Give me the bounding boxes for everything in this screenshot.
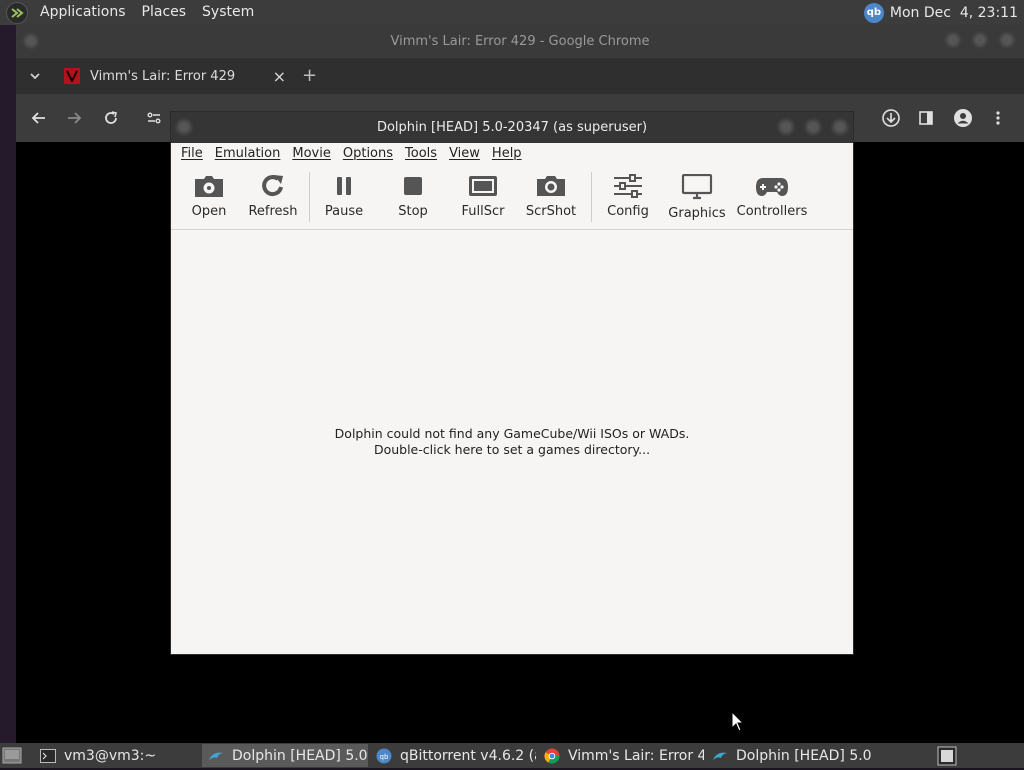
game-list[interactable]: Dolphin could not find any GameCube/Wii … — [171, 230, 853, 654]
terminal-icon — [40, 748, 56, 764]
dolphin-maximize-button[interactable] — [804, 118, 822, 136]
graphics-button[interactable]: Graphics — [666, 164, 728, 230]
clock[interactable]: Mon Dec 4, 23:11 — [890, 5, 1018, 21]
chrome-titlebar[interactable]: Vimm's Lair: Error 429 - Google Chrome — [16, 25, 1024, 58]
taskbar-item-dolphin[interactable]: Dolphin [HEAD] 5.0... — [706, 744, 872, 767]
window-menu-button[interactable] — [22, 32, 40, 50]
dolphin-icon — [712, 748, 728, 764]
empty-game-list-message[interactable]: Dolphin could not find any GameCube/Wii … — [171, 426, 853, 458]
close-button[interactable] — [998, 31, 1016, 49]
menu-options[interactable]: Options — [337, 146, 399, 161]
empty-message-line-1: Dolphin could not find any GameCube/Wii … — [334, 426, 690, 441]
places-menu[interactable]: Places — [134, 0, 195, 25]
vimm-favicon-icon — [64, 68, 80, 84]
mouse-cursor-icon — [731, 710, 745, 737]
menu-view[interactable]: View — [443, 146, 486, 161]
taskbar: vm3@vm3:~ Dolphin [HEAD] 5.0... qb qBitt… — [0, 743, 1024, 768]
menu-file[interactable]: File — [175, 146, 209, 161]
pause-button[interactable]: Pause — [319, 164, 369, 230]
refresh-button[interactable]: Refresh — [247, 164, 299, 230]
dolphin-titlebar[interactable]: Dolphin [HEAD] 5.0-20347 (as superuser) — [171, 112, 853, 143]
chrome-window-title: Vimm's Lair: Error 429 - Google Chrome — [390, 34, 650, 49]
site-settings-icon[interactable] — [142, 106, 166, 130]
dolphin-window-title: Dolphin [HEAD] 5.0-20347 (as superuser) — [376, 120, 648, 135]
chrome-tabbar: Vimm's Lair: Error 429 × + — [16, 58, 1024, 94]
empty-message-line-2: Double-click here to set a games directo… — [373, 442, 651, 457]
desktop-background — [0, 25, 16, 743]
panel-menus: Applications Places System — [32, 0, 270, 25]
reload-icon[interactable] — [99, 106, 123, 130]
chrome-icon — [544, 748, 560, 764]
dolphin-icon — [208, 748, 224, 764]
toolbar-separator — [591, 172, 592, 222]
menu-emulation[interactable]: Emulation — [209, 146, 287, 161]
menu-movie[interactable]: Movie — [286, 146, 336, 161]
gamepad-icon — [756, 178, 788, 196]
distro-logo-icon[interactable] — [6, 1, 28, 24]
taskbar-item-qbittorrent[interactable]: qb qBittorrent v4.6.2 (a... — [370, 744, 536, 767]
minimize-button[interactable] — [944, 31, 962, 49]
monitor-icon — [681, 174, 713, 200]
toolbar-separator — [309, 172, 310, 222]
sliders-icon — [614, 174, 642, 198]
dolphin-close-button[interactable] — [831, 118, 849, 136]
tab-vimms-lair[interactable]: Vimm's Lair: Error 429 × — [56, 58, 292, 94]
menu-help[interactable]: Help — [486, 146, 528, 161]
config-button[interactable]: Config — [601, 164, 655, 230]
workspace-switcher-icon[interactable] — [937, 746, 957, 770]
applications-menu[interactable]: Applications — [32, 0, 134, 25]
back-icon[interactable] — [27, 106, 51, 130]
forward-icon[interactable] — [62, 106, 86, 130]
open-icon — [195, 176, 223, 197]
stop-icon — [404, 177, 422, 195]
stop-button[interactable]: Stop — [389, 164, 437, 230]
svg-text:qb: qb — [380, 753, 389, 761]
top-panel: Applications Places System qb Mon Dec 4,… — [0, 0, 1024, 25]
system-menu[interactable]: System — [194, 0, 262, 25]
open-button[interactable]: Open — [185, 164, 233, 230]
side-panel-icon[interactable] — [914, 106, 938, 130]
chrome-menu-icon[interactable] — [986, 106, 1010, 130]
taskbar-item-chrome[interactable]: Vimm's Lair: Error 4... — [538, 744, 704, 767]
panel-tray: qb Mon Dec 4, 23:11 — [863, 2, 1024, 23]
tab-title: Vimm's Lair: Error 429 — [90, 68, 236, 84]
screenshot-button[interactable]: ScrShot — [523, 164, 579, 230]
menu-tools[interactable]: Tools — [399, 146, 443, 161]
qbittorrent-tray-icon[interactable]: qb — [863, 2, 884, 23]
dolphin-menubar: File Emulation Movie Options Tools View … — [171, 143, 853, 164]
taskbar-item-dolphin-active[interactable]: Dolphin [HEAD] 5.0... — [202, 744, 368, 767]
tab-close-icon[interactable]: × — [273, 67, 286, 86]
controllers-button[interactable]: Controllers — [736, 164, 808, 230]
new-tab-button[interactable]: + — [302, 65, 317, 86]
dolphin-minimize-button[interactable] — [777, 118, 795, 136]
qbittorrent-icon: qb — [376, 748, 392, 764]
maximize-button[interactable] — [971, 31, 989, 49]
show-desktop-icon[interactable] — [2, 747, 22, 768]
dolphin-window: Dolphin [HEAD] 5.0-20347 (as superuser) … — [170, 111, 854, 655]
tab-search-icon[interactable] — [28, 68, 42, 87]
download-icon[interactable] — [879, 106, 903, 130]
fullscreen-icon — [469, 176, 497, 196]
fullscreen-button[interactable]: FullScr — [456, 164, 510, 230]
camera-icon — [537, 176, 565, 196]
profile-icon[interactable] — [951, 106, 975, 130]
dolphin-toolbar: Open Refresh Pause Stop FullScr ScrShot … — [171, 164, 853, 230]
taskbar-item-terminal[interactable]: vm3@vm3:~ — [34, 744, 200, 767]
pause-icon — [337, 177, 351, 195]
refresh-icon — [262, 175, 283, 197]
dolphin-window-menu-button[interactable] — [175, 118, 193, 136]
